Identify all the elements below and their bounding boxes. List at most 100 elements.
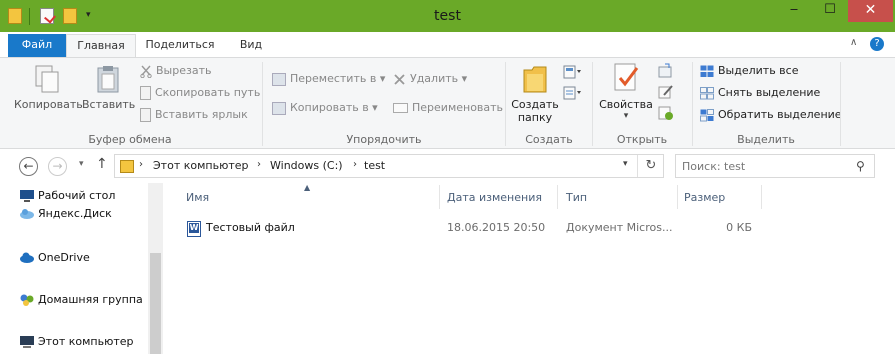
tab-home[interactable]: Главная <box>66 34 136 58</box>
new-folder-label: Создать папку <box>509 98 561 124</box>
properties-icon <box>614 63 639 91</box>
maximize-button[interactable]: ☐ <box>814 0 846 22</box>
breadcrumb-test[interactable]: test <box>364 159 385 172</box>
new-item-icon[interactable] <box>563 65 583 79</box>
forward-button[interactable]: → <box>48 157 67 176</box>
search-icon[interactable]: ⚲ <box>856 159 865 173</box>
search-box[interactable]: ⚲ <box>675 154 875 178</box>
word-document-icon <box>187 221 201 237</box>
new-folder-icon <box>523 66 547 93</box>
back-button[interactable]: ← <box>19 157 38 176</box>
breadcrumb-separator[interactable]: › <box>257 159 261 170</box>
column-separator[interactable] <box>761 185 762 209</box>
nav-item-label: Яндекс.Диск <box>38 207 112 220</box>
ribbon-tabs: Файл Главная Поделиться Вид ∧ ? <box>0 32 895 58</box>
tab-file[interactable]: Файл <box>8 34 66 58</box>
copy-to-label: Копировать в ▾ <box>290 101 378 114</box>
ribbon-collapse-button[interactable]: ∧ <box>850 37 857 48</box>
invert-selection-label: Обратить выделение <box>718 108 842 121</box>
title-bar: ▾ test ‒ ☐ ✕ <box>0 0 895 32</box>
recent-locations-dropdown[interactable]: ▾ <box>79 159 84 169</box>
copy-button[interactable]: Копировать <box>14 64 83 111</box>
close-button[interactable]: ✕ <box>848 0 893 22</box>
nav-item-label: Домашняя группа <box>38 293 143 306</box>
minimize-button[interactable]: ‒ <box>778 0 810 22</box>
move-to-label: Переместить в ▾ <box>290 72 386 85</box>
paste-shortcut-button[interactable]: Вставить ярлык <box>140 106 248 124</box>
search-input[interactable] <box>682 158 842 174</box>
chevron-down-icon[interactable]: ▾ <box>623 159 628 169</box>
paste-icon <box>97 66 119 93</box>
paste-shortcut-icon <box>140 108 151 122</box>
move-to-button[interactable]: Переместить в ▾ <box>272 70 385 88</box>
select-none-icon <box>700 86 714 100</box>
move-to-icon <box>272 72 286 86</box>
properties-label: Свойства <box>599 98 653 111</box>
column-header-date[interactable]: Дата изменения <box>447 191 542 204</box>
easy-access-icon[interactable] <box>563 86 583 100</box>
column-header-name[interactable]: Имя <box>186 191 209 204</box>
delete-label: Удалить ▾ <box>410 72 468 85</box>
copy-label: Копировать <box>14 98 83 111</box>
history-icon[interactable] <box>658 106 674 121</box>
address-bar[interactable]: › Этот компьютер › Windows (C:) › test ▾… <box>114 154 664 178</box>
edit-icon[interactable] <box>658 84 674 99</box>
file-type: Документ Micros... <box>566 221 673 234</box>
breadcrumb-separator[interactable]: › <box>139 159 143 170</box>
copy-to-button[interactable]: Копировать в ▾ <box>272 99 378 117</box>
nav-item-desktop[interactable]: Рабочий стол <box>20 187 115 205</box>
breadcrumb-separator[interactable]: › <box>353 159 357 170</box>
paste-shortcut-label: Вставить ярлык <box>155 108 248 121</box>
sort-indicator-icon: ▲ <box>304 183 311 192</box>
breadcrumb-drive-c[interactable]: Windows (C:) <box>270 159 343 172</box>
file-name[interactable]: Тестовый файл <box>206 221 295 234</box>
file-list: ▲ Имя Дата изменения Тип Размер Тестовый… <box>163 183 895 354</box>
delete-button[interactable]: Удалить ▾ <box>393 70 467 88</box>
up-button[interactable]: ↑ <box>96 156 108 172</box>
cloud-icon <box>19 207 35 220</box>
scrollbar-thumb[interactable] <box>150 253 161 354</box>
tab-view[interactable]: Вид <box>225 34 277 58</box>
cut-button[interactable]: Вырезать <box>140 62 211 80</box>
navigation-scrollbar[interactable] <box>148 183 163 354</box>
file-date: 18.06.2015 20:50 <box>447 221 546 234</box>
paste-button[interactable]: Вставить <box>82 64 136 111</box>
select-all-label: Выделить все <box>718 64 799 77</box>
cut-icon <box>140 65 152 78</box>
computer-icon <box>19 335 35 348</box>
column-separator[interactable] <box>557 185 558 209</box>
new-folder-button[interactable]: Создать папку <box>509 62 561 124</box>
column-separator[interactable] <box>439 185 440 209</box>
nav-item-label: OneDrive <box>38 251 90 264</box>
homegroup-icon <box>19 293 35 306</box>
clipboard-group-label: Буфер обмена <box>88 133 172 146</box>
column-header-type[interactable]: Тип <box>566 191 587 204</box>
folder-icon <box>120 160 134 173</box>
nav-item-yandex-disk[interactable]: Яндекс.Диск <box>20 205 112 223</box>
help-icon[interactable]: ? <box>870 37 884 51</box>
copy-path-label: Скопировать путь <box>155 86 261 99</box>
nav-item-onedrive[interactable]: OneDrive <box>20 249 90 267</box>
copy-path-button[interactable]: Скопировать путь <box>140 84 260 102</box>
invert-selection-button[interactable]: Обратить выделение <box>700 106 842 124</box>
file-size: 0 КБ <box>726 221 752 234</box>
cut-label: Вырезать <box>156 64 212 77</box>
properties-dropdown[interactable]: ▾ <box>598 111 654 121</box>
select-all-button[interactable]: Выделить все <box>700 62 798 80</box>
breadcrumb-this-pc[interactable]: Этот компьютер <box>153 159 249 172</box>
rename-button[interactable]: Переименовать <box>393 99 503 117</box>
select-all-icon <box>700 65 714 78</box>
ribbon: Копировать Вставить Вырезать Скопировать… <box>0 57 895 149</box>
select-none-button[interactable]: Снять выделение <box>700 84 820 102</box>
tab-share[interactable]: Поделиться <box>137 34 223 58</box>
paste-label: Вставить <box>82 98 136 111</box>
nav-item-homegroup[interactable]: Домашняя группа <box>20 291 143 309</box>
onedrive-icon <box>19 251 35 264</box>
open-icon[interactable] <box>658 63 674 78</box>
window-title: test <box>434 8 461 24</box>
refresh-button[interactable]: ↻ <box>637 155 664 177</box>
nav-item-this-pc[interactable]: Этот компьютер <box>20 333 134 351</box>
properties-button[interactable]: Свойства ▾ <box>598 62 654 121</box>
column-separator[interactable] <box>677 185 678 209</box>
column-header-size[interactable]: Размер <box>684 191 725 204</box>
